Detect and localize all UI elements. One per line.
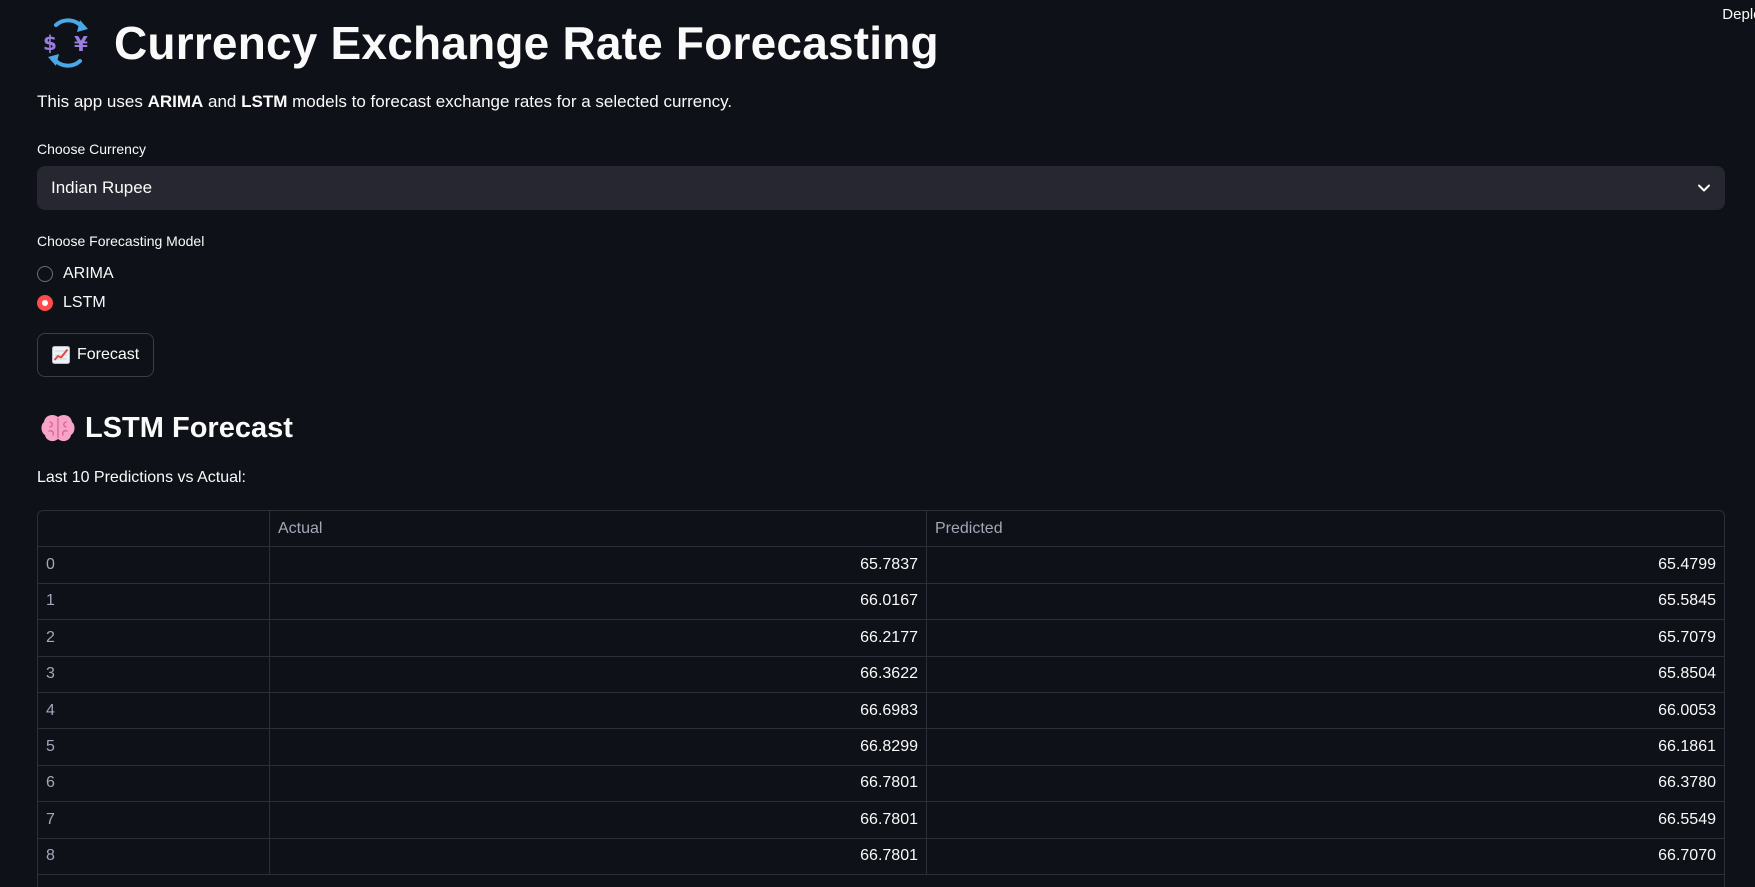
actual-value-cell[interactable]: 66.0167: [270, 583, 927, 620]
predicted-value-cell[interactable]: 66.5549: [927, 802, 1724, 837]
table-body: 0 65.7837 65.4799 1 66.0167 65.5845 2 66.2177 65…: [38, 547, 1724, 875]
intro-text: This app uses ARIMA and LSTM models to f…: [37, 92, 732, 112]
model-radio-label: Choose Forecasting Model: [37, 233, 205, 249]
actual-value-cell[interactable]: 66.7801: [270, 765, 927, 802]
table-row: 8 66.7801 66.7070: [38, 838, 1724, 875]
intro-middle: and: [203, 92, 242, 111]
row-index-cell[interactable]: 7: [38, 802, 270, 838]
row-index-cell[interactable]: 1: [38, 583, 270, 620]
actual-value-cell[interactable]: 66.8299: [270, 729, 927, 765]
radio-button-lstm[interactable]: [37, 295, 53, 311]
chart-increasing-icon: [52, 346, 70, 364]
page-title-row: $ ¥ Currency Exchange Rate Forecasting: [42, 10, 939, 76]
radio-option-arima[interactable]: ARIMA: [37, 265, 114, 283]
predicted-value-cell[interactable]: 66.7070: [927, 839, 1724, 874]
forecast-button[interactable]: Forecast: [37, 333, 155, 377]
intro-model-lstm: LSTM: [241, 92, 288, 111]
radio-label-arima: ARIMA: [63, 265, 114, 282]
row-index-cell[interactable]: 8: [38, 838, 270, 874]
radio-button-arima[interactable]: [37, 266, 53, 282]
actual-value-cell[interactable]: 66.7801: [270, 838, 927, 874]
intro-model-arima: ARIMA: [147, 92, 204, 111]
actual-value-cell[interactable]: 65.7837: [270, 547, 927, 583]
column-header-actual[interactable]: Actual: [270, 511, 927, 547]
results-caption: Last 10 Predictions vs Actual:: [37, 469, 246, 486]
row-index-cell[interactable]: 4: [38, 692, 270, 729]
row-index-cell[interactable]: 0: [38, 547, 270, 583]
svg-text:¥: ¥: [74, 32, 88, 56]
predicted-value-cell[interactable]: 65.7079: [927, 620, 1724, 655]
predicted-value-cell[interactable]: 66.1861: [927, 729, 1724, 764]
intro-suffix: models to forecast exchange rates for a …: [287, 92, 733, 111]
predicted-value-cell[interactable]: 65.4799: [927, 547, 1724, 582]
forecast-button-label: Forecast: [77, 346, 140, 363]
predicted-value-cell[interactable]: 66.0053: [927, 693, 1724, 728]
column-header-index[interactable]: [38, 511, 270, 547]
deploy-button[interactable]: Deploy: [1722, 6, 1755, 23]
row-index-cell[interactable]: 6: [38, 765, 270, 802]
actual-value-cell[interactable]: 66.2177: [270, 620, 927, 656]
table-row: 5 66.8299 66.1861: [38, 729, 1724, 766]
table-row: 0 65.7837 65.4799: [38, 547, 1724, 584]
results-title-row: LSTM Forecast: [41, 408, 293, 448]
app-page: Deploy $ ¥ Currency Exchange Rate Foreca…: [0, 0, 1755, 887]
currency-select-label: Choose Currency: [37, 141, 146, 157]
table-header-row: Actual Predicted: [38, 511, 1724, 548]
row-index-cell[interactable]: 5: [38, 729, 270, 765]
results-title: LSTM Forecast: [85, 411, 293, 444]
chevron-down-icon: [1698, 184, 1710, 192]
svg-text:$: $: [43, 31, 57, 55]
radio-option-lstm[interactable]: LSTM: [37, 294, 106, 312]
brain-icon: [41, 414, 75, 442]
table-row: 1 66.0167 65.5845: [38, 583, 1724, 621]
column-header-predicted[interactable]: Predicted: [927, 511, 1724, 546]
currency-exchange-icon: $ ¥: [43, 18, 88, 68]
row-index-cell[interactable]: 2: [38, 620, 270, 656]
table-row: 4 66.6983 66.0053: [38, 692, 1724, 730]
predicted-value-cell[interactable]: 66.3780: [927, 766, 1724, 801]
radio-label-lstm: LSTM: [63, 294, 106, 311]
actual-value-cell[interactable]: 66.7801: [270, 802, 927, 838]
page-title: Currency Exchange Rate Forecasting: [114, 17, 939, 69]
actual-value-cell[interactable]: 66.6983: [270, 692, 927, 729]
currency-select[interactable]: Indian Rupee: [37, 166, 1725, 210]
actual-value-cell[interactable]: 66.3622: [270, 656, 927, 692]
predicted-value-cell[interactable]: 65.8504: [927, 657, 1724, 692]
table-row: 6 66.7801 66.3780: [38, 765, 1724, 803]
table-row: 7 66.7801 66.5549: [38, 802, 1724, 839]
currency-select-value: Indian Rupee: [51, 178, 153, 197]
table-row: 3 66.3622 65.8504: [38, 656, 1724, 693]
row-index-cell[interactable]: 3: [38, 656, 270, 692]
predicted-value-cell[interactable]: 65.5845: [927, 584, 1724, 619]
table-row: 2 66.2177 65.7079: [38, 620, 1724, 657]
intro-prefix: This app uses: [37, 92, 148, 111]
predictions-table[interactable]: Actual Predicted 0 65.7837 65.4799 1 66.0167…: [37, 510, 1725, 887]
